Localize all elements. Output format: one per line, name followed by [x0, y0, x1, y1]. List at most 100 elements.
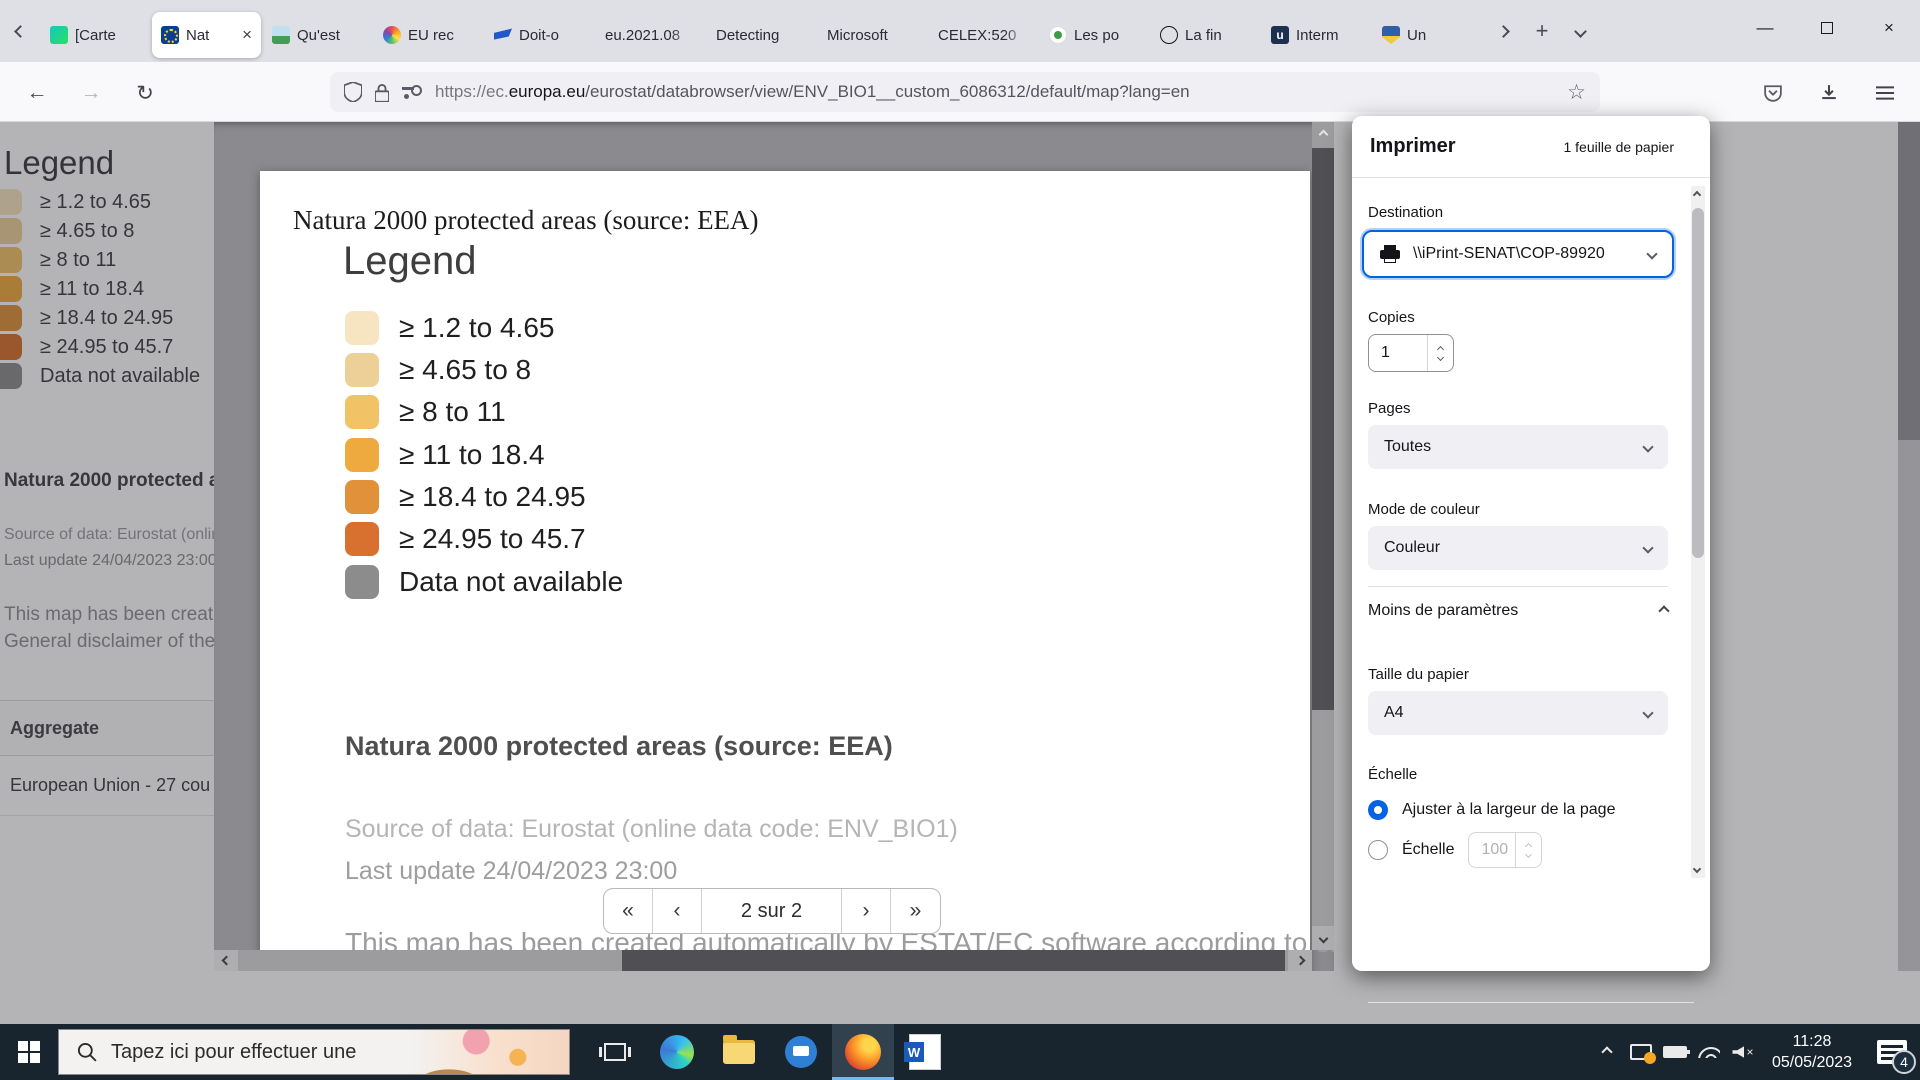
- reload-button[interactable]: ↻: [128, 76, 162, 110]
- notification-center-button[interactable]: 4: [1864, 1024, 1920, 1080]
- tab-scroll-left-button[interactable]: [0, 0, 40, 62]
- scroll-up-arrow[interactable]: [1312, 122, 1334, 146]
- fit-width-radio-row[interactable]: Ajuster à la largeur de la page: [1368, 800, 1615, 820]
- pager-first-button[interactable]: «: [604, 889, 653, 933]
- battery-tray-icon[interactable]: [1658, 1024, 1692, 1080]
- scale-stepper[interactable]: [1515, 833, 1541, 867]
- legend-item: ≥ 1.2 to 4.65: [345, 307, 554, 349]
- less-settings-toggle[interactable]: Moins de paramètres: [1368, 594, 1668, 628]
- pages-select[interactable]: Toutes: [1368, 425, 1668, 469]
- task-view-icon: [604, 1043, 626, 1061]
- divider: [1368, 586, 1668, 587]
- browser-toolbar: ← → ↻ https://ec.europa.eu/eurostat/data…: [0, 62, 1920, 122]
- chevron-up-icon: [1601, 1046, 1612, 1057]
- lock-icon[interactable]: [375, 83, 389, 102]
- tab-label: Nat: [186, 27, 235, 44]
- new-tab-button[interactable]: +: [1523, 12, 1561, 50]
- paper-size-select[interactable]: A4: [1368, 691, 1668, 735]
- clock-time: 11:28: [1760, 1031, 1864, 1052]
- tab-microsoft[interactable]: Microsoft: [818, 12, 927, 58]
- pocket-icon[interactable]: [1756, 76, 1790, 110]
- shield-icon[interactable]: [344, 82, 362, 102]
- orange-status-dot: [1644, 1052, 1656, 1064]
- word-icon: [910, 1035, 940, 1069]
- tab-label: [Carte: [75, 27, 141, 44]
- scroll-right-arrow[interactable]: [1288, 950, 1312, 971]
- tab-natura-active[interactable]: Nat ×: [152, 12, 261, 58]
- taskbar-search-box[interactable]: Tapez ici pour effectuer une: [58, 1029, 570, 1075]
- preview-hscroll-thumb[interactable]: [622, 950, 1285, 971]
- scroll-left-arrow[interactable]: [214, 950, 238, 971]
- edge-taskbar-button[interactable]: [646, 1024, 708, 1080]
- tab-interm[interactable]: uInterm: [1262, 12, 1371, 58]
- tab-label: La fin: [1185, 27, 1251, 44]
- wifi-tray-icon[interactable]: [1692, 1024, 1726, 1080]
- scroll-down-arrow[interactable]: [1312, 926, 1334, 950]
- task-view-button[interactable]: [584, 1024, 646, 1080]
- color-mode-select[interactable]: Couleur: [1368, 526, 1668, 570]
- pager-prev-button[interactable]: ‹: [653, 889, 702, 933]
- landscape-favicon: [272, 26, 290, 44]
- pager-last-button[interactable]: »: [891, 889, 940, 933]
- close-button[interactable]: ×: [1858, 0, 1920, 56]
- tab-doit[interactable]: Doit-o: [485, 12, 594, 58]
- list-all-tabs-button[interactable]: [1561, 12, 1599, 50]
- legend-item: Data not available: [345, 561, 623, 603]
- download-icon[interactable]: [1812, 76, 1846, 110]
- tray-expand-button[interactable]: [1590, 1024, 1624, 1080]
- bookmark-star-icon[interactable]: ☆: [1567, 80, 1586, 105]
- copies-input[interactable]: 1: [1368, 334, 1454, 372]
- firefox-button-active[interactable]: [832, 1024, 894, 1080]
- tab-un[interactable]: Un: [1373, 12, 1482, 58]
- radio-selected-icon[interactable]: [1368, 800, 1388, 820]
- dialog-scrollbar-thumb[interactable]: [1692, 208, 1704, 558]
- pager-next-button[interactable]: ›: [842, 889, 891, 933]
- muted-speaker-tray-icon[interactable]: ×: [1726, 1024, 1760, 1080]
- dialog-scrollbar[interactable]: [1691, 186, 1705, 878]
- word-button[interactable]: [894, 1024, 956, 1080]
- window-controls: — ×: [1734, 0, 1920, 56]
- minimize-button[interactable]: —: [1734, 0, 1796, 56]
- tab-close-icon[interactable]: ×: [242, 25, 252, 45]
- scale-radio-row[interactable]: Échelle 100: [1368, 832, 1542, 868]
- scale-input[interactable]: 100: [1468, 832, 1542, 868]
- preview-vertical-scrollbar[interactable]: [1312, 122, 1334, 950]
- display-sync-tray-icon[interactable]: [1624, 1024, 1658, 1080]
- scroll-down-arrow[interactable]: [1693, 865, 1701, 873]
- file-explorer-button[interactable]: [708, 1024, 770, 1080]
- pinwheel-favicon: [383, 26, 401, 44]
- tab-les-po[interactable]: Les po: [1040, 12, 1149, 58]
- tab-label: Les po: [1074, 27, 1140, 44]
- scroll-up-arrow[interactable]: [1693, 191, 1701, 199]
- back-button[interactable]: ←: [20, 76, 54, 110]
- document-title: Natura 2000 protected areas (source: EEA…: [293, 205, 759, 236]
- copies-stepper[interactable]: [1427, 335, 1453, 371]
- legend-item: ≥ 11 to 18.4: [345, 434, 545, 476]
- teams-button[interactable]: [770, 1024, 832, 1080]
- tab-label: Detecting: [716, 27, 807, 44]
- preview-vscroll-thumb[interactable]: [1312, 148, 1334, 710]
- url-bar[interactable]: https://ec.europa.eu/eurostat/databrowse…: [330, 72, 1600, 112]
- tab-la-fin[interactable]: La fin: [1151, 12, 1260, 58]
- start-button[interactable]: [0, 1024, 58, 1080]
- radio-unselected-icon[interactable]: [1368, 840, 1388, 860]
- menu-hamburger-icon[interactable]: [1868, 76, 1902, 110]
- chevron-up-icon: [1658, 605, 1669, 616]
- sheet-count-label: 1 feuille de papier: [1563, 139, 1674, 155]
- legend-swatch: [345, 353, 379, 387]
- tab-carte[interactable]: [Carte: [41, 12, 150, 58]
- tab-detecting[interactable]: Detecting: [707, 12, 816, 58]
- search-icon: [77, 1042, 97, 1062]
- tab-eu2021[interactable]: eu.2021.08: [596, 12, 705, 58]
- tab-scroll-right-button[interactable]: [1483, 0, 1523, 62]
- tab-quest[interactable]: Qu'est: [263, 12, 372, 58]
- maximize-button[interactable]: [1796, 0, 1858, 56]
- taskbar-clock[interactable]: 11:28 05/05/2023: [1760, 1031, 1864, 1073]
- tab-celex[interactable]: CELEX:520: [929, 12, 1038, 58]
- forward-button[interactable]: →: [74, 76, 108, 110]
- destination-select[interactable]: \\iPrint-SENAT\COP-89920: [1362, 230, 1674, 278]
- preview-horizontal-scrollbar[interactable]: [214, 950, 1312, 971]
- permissions-icon[interactable]: [402, 85, 422, 99]
- tab-eu-rec[interactable]: EU rec: [374, 12, 483, 58]
- tab-label: EU rec: [408, 27, 474, 44]
